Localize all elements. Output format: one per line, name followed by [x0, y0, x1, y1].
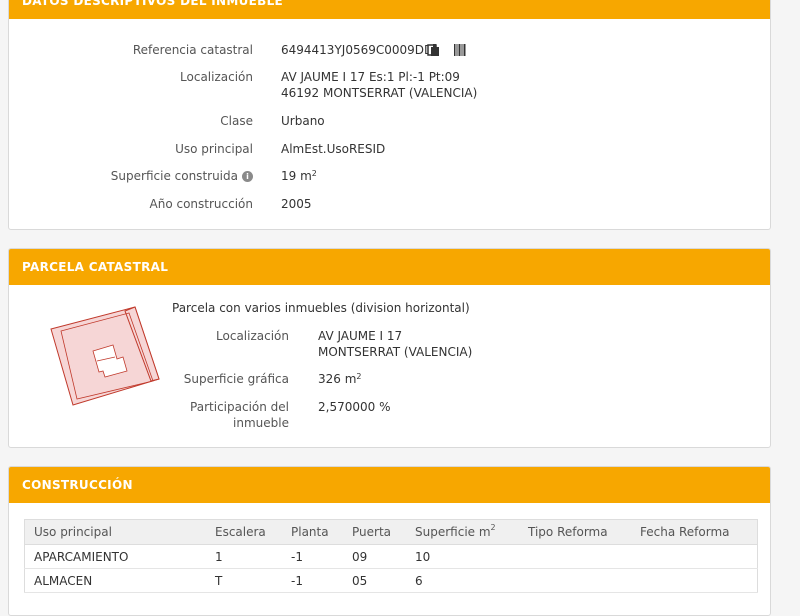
col-tipo-reforma: Tipo Reforma — [519, 519, 631, 545]
cell-puerta: 09 — [343, 544, 406, 569]
parcela-descripcion: Parcela con varios inmuebles (division h… — [172, 301, 470, 315]
uso-principal-value: AlmEst.UsoRESID — [281, 142, 386, 156]
superficie-grafica-value: 326 m2 — [318, 371, 362, 387]
col-planta: Planta — [282, 519, 343, 545]
referencia-value: 6494413YJ0569C0009DD — [281, 42, 433, 58]
cell-superficie: 6 — [406, 568, 519, 593]
cell-fecha-reforma — [631, 568, 758, 593]
cell-escalera: T — [206, 568, 282, 593]
superficie-grafica-exp: 2 — [356, 372, 362, 381]
info-icon[interactable]: i — [242, 171, 253, 182]
construccion-title: CONSTRUCCIÓN — [9, 467, 770, 503]
superficie-construida-number: 19 m — [281, 169, 312, 183]
copy-icon[interactable] — [427, 42, 441, 56]
col-superficie-text: Superficie m — [415, 525, 491, 539]
participacion-value: 2,570000 % — [318, 400, 391, 414]
parcela-localizacion-line1: AV JAUME I 17 — [318, 329, 403, 343]
col-superficie-exp: 2 — [490, 523, 496, 532]
construccion-header-row: Uso principal Escalera Planta Puerta Sup… — [24, 519, 758, 545]
parcela-catastral-panel: PARCELA CATASTRAL Parcela con varios inm… — [8, 248, 771, 448]
col-superficie: Superficie m2 — [406, 519, 519, 545]
anio-construccion-label: Año construcción — [149, 197, 254, 211]
cell-superficie: 10 — [406, 544, 519, 569]
clase-label: Clase — [220, 114, 253, 128]
referencia-label: Referencia catastral — [132, 43, 253, 57]
localizacion-label: Localización — [180, 70, 253, 84]
anio-construccion-value: 2005 — [281, 197, 312, 211]
participacion-label-1: Participación del — [190, 400, 289, 414]
datos-descriptivos-panel: DATOS DESCRIPTIVOS DEL INMUEBLE Referenc… — [8, 0, 771, 230]
superficie-construida-label: Superficie construida i — [111, 168, 253, 184]
parcel-map[interactable] — [47, 301, 167, 411]
col-fecha-reforma: Fecha Reforma — [631, 519, 758, 545]
cell-fecha-reforma — [631, 544, 758, 569]
construccion-table: Uso principal Escalera Planta Puerta Sup… — [24, 519, 758, 593]
cell-puerta: 05 — [343, 568, 406, 593]
cell-escalera: 1 — [206, 544, 282, 569]
uso-principal-label: Uso principal — [175, 142, 253, 156]
cell-tipo-reforma — [519, 568, 631, 593]
referencia-text: 6494413YJ0569C0009DD — [281, 43, 434, 57]
superficie-construida-text: Superficie construida — [110, 169, 238, 183]
barcode-icon[interactable] — [453, 42, 467, 56]
datos-descriptivos-title: DATOS DESCRIPTIVOS DEL INMUEBLE — [9, 0, 770, 19]
cell-planta: -1 — [282, 568, 343, 593]
col-puerta: Puerta — [343, 519, 406, 545]
parcela-localizacion-label: Localización — [216, 329, 289, 343]
clase-value: Urbano — [281, 114, 325, 128]
localizacion-line2: 46192 MONTSERRAT (VALENCIA) — [281, 86, 478, 100]
participacion-label-2: inmueble — [233, 416, 289, 430]
localizacion-line1: AV JAUME I 17 Es:1 Pl:-1 Pt:09 — [281, 70, 460, 84]
cell-uso: ALMACEN — [24, 568, 206, 593]
construccion-panel: CONSTRUCCIÓN Uso principal Escalera Plan… — [8, 466, 771, 616]
parcela-catastral-title: PARCELA CATASTRAL — [9, 249, 770, 285]
superficie-grafica-label: Superficie gráfica — [183, 372, 289, 386]
table-row: APARCAMIENTO 1 -1 09 10 — [24, 544, 758, 569]
col-uso-principal: Uso principal — [24, 519, 206, 545]
superficie-construida-exp: 2 — [311, 169, 317, 178]
table-row: ALMACEN T -1 05 6 — [24, 568, 758, 593]
cell-planta: -1 — [282, 544, 343, 569]
superficie-grafica-number: 326 m — [318, 372, 357, 386]
cell-tipo-reforma — [519, 544, 631, 569]
parcela-localizacion-line2: MONTSERRAT (VALENCIA) — [318, 345, 473, 359]
superficie-construida-value: 19 m2 — [281, 168, 317, 184]
col-escalera: Escalera — [206, 519, 282, 545]
cell-uso: APARCAMIENTO — [24, 544, 206, 569]
